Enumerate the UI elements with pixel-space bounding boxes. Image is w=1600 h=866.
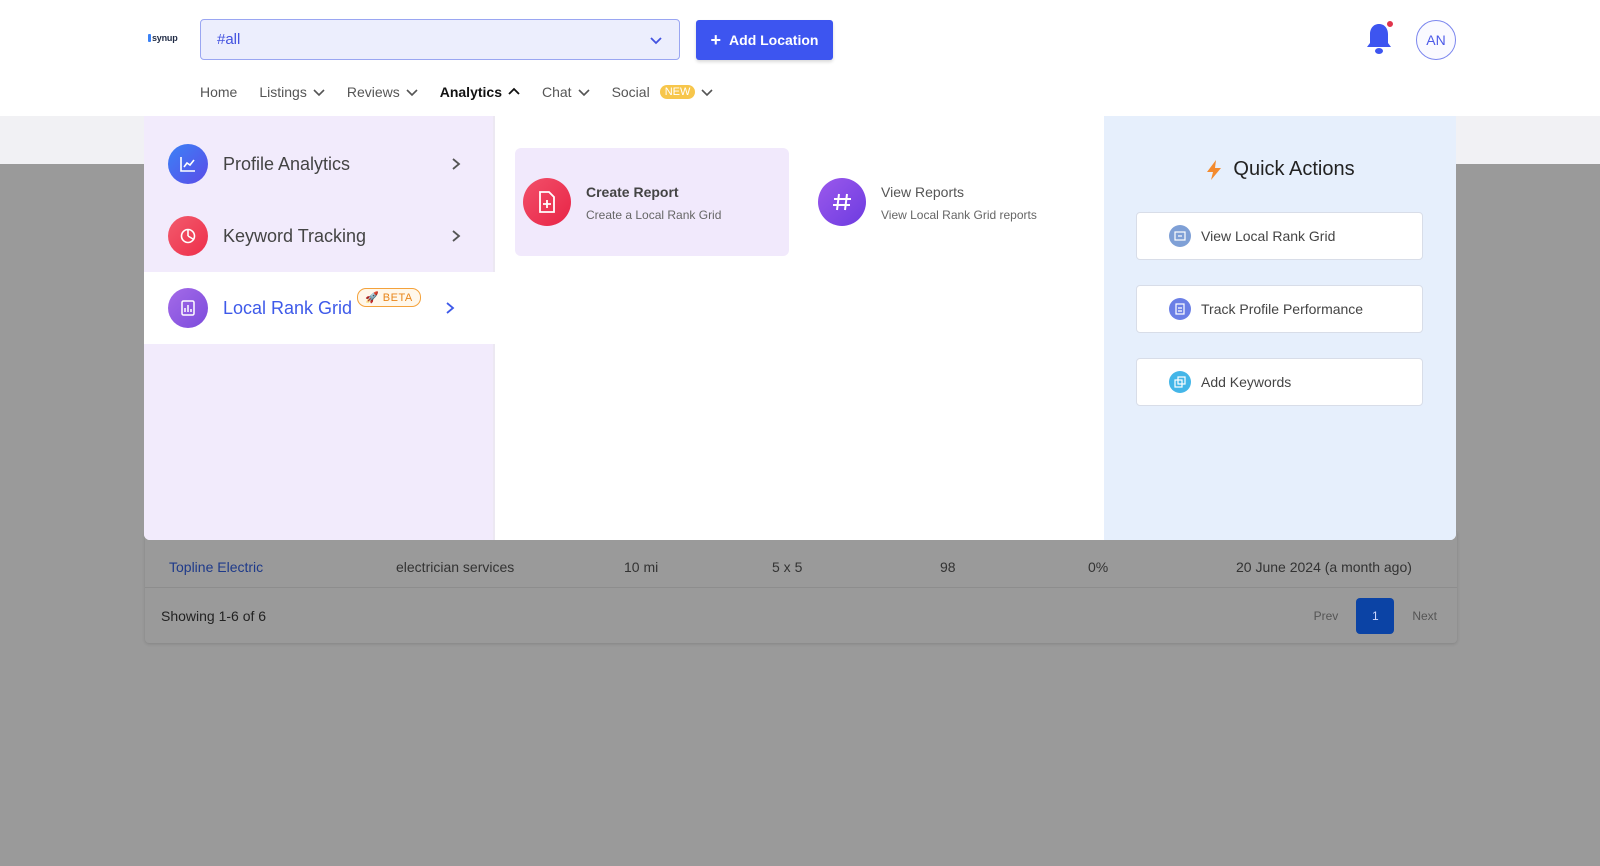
notification-dot xyxy=(1386,20,1394,28)
menu-item-profile-analytics[interactable]: Profile Analytics xyxy=(144,128,495,200)
quick-actions-panel: Quick Actions View Local Rank Grid Track… xyxy=(1104,116,1456,540)
logo-text: synup xyxy=(152,33,178,43)
chevron-right-icon xyxy=(452,158,461,170)
synup-logo[interactable]: synup xyxy=(148,33,178,43)
change-cell: 0% xyxy=(1088,559,1109,575)
nav-analytics-label: Analytics xyxy=(439,84,502,100)
copy-icon xyxy=(1169,371,1191,393)
card-subtitle: View Local Rank Grid reports xyxy=(881,208,1037,222)
hashtag-icon xyxy=(818,178,866,226)
plus-icon: + xyxy=(710,30,722,50)
showing-count: Showing 1-6 of 6 xyxy=(161,608,267,624)
analytics-submenu: Create Report Create a Local Rank Grid V… xyxy=(497,116,1104,540)
add-keywords-button[interactable]: Add Keywords xyxy=(1136,358,1423,406)
score-cell: 98 xyxy=(940,559,956,575)
location-select[interactable]: #all xyxy=(200,19,680,60)
nav-social[interactable]: Social NEW xyxy=(612,84,714,100)
radius-cell: 10 mi xyxy=(624,559,659,575)
quick-actions-label: Quick Actions xyxy=(1233,158,1355,180)
analytics-menu-list: Profile Analytics Keyword Tracking Local… xyxy=(144,116,495,540)
chevron-down-icon xyxy=(313,89,325,97)
grid-size-cell: 5 x 5 xyxy=(772,559,803,575)
nav-home-label: Home xyxy=(200,84,238,100)
analytics-dropdown: Profile Analytics Keyword Tracking Local… xyxy=(144,116,1456,540)
nav-home[interactable]: Home xyxy=(200,84,237,100)
file-plus-icon xyxy=(523,178,571,226)
menu-item-label: Profile Analytics xyxy=(223,153,351,174)
card-subtitle: Create a Local Rank Grid xyxy=(586,208,722,222)
nav-chat[interactable]: Chat xyxy=(542,84,590,100)
chevron-down-icon xyxy=(577,89,590,97)
lightning-icon xyxy=(1207,159,1222,180)
location-link[interactable]: Topline Electric xyxy=(169,559,263,575)
quick-actions-title: Quick Actions xyxy=(1104,158,1456,181)
nav-social-label: Social xyxy=(611,84,650,100)
main-nav: Home Listings Reviews Analytics Chat Soc… xyxy=(200,80,735,104)
chevron-right-icon xyxy=(446,302,455,314)
report-chart-icon xyxy=(168,288,208,328)
notifications-button[interactable] xyxy=(1364,20,1394,58)
menu-item-keyword-tracking[interactable]: Keyword Tracking xyxy=(144,200,495,272)
quick-action-label: View Local Rank Grid xyxy=(1201,228,1336,244)
location-select-value: #all xyxy=(217,31,241,48)
rank-grid-table: Topline Electric electrician services 10… xyxy=(145,532,1457,643)
nav-analytics[interactable]: Analytics xyxy=(440,84,520,100)
avatar-initials: AN xyxy=(1426,32,1446,48)
chevron-up-icon xyxy=(508,87,520,95)
card-title: Create Report xyxy=(586,184,679,200)
page-1-button[interactable]: 1 xyxy=(1356,598,1395,634)
grid-view-icon xyxy=(1169,225,1191,247)
beta-label: BETA xyxy=(382,292,413,304)
pie-chart-icon xyxy=(168,216,208,256)
keyword-cell: electrician services xyxy=(396,559,515,575)
view-local-rank-grid-button[interactable]: View Local Rank Grid xyxy=(1136,212,1423,260)
menu-item-local-rank-grid[interactable]: Local Rank Grid 🚀 BETA xyxy=(144,272,495,344)
add-location-button[interactable]: + Add Location xyxy=(696,20,833,60)
menu-item-label: Keyword Tracking xyxy=(223,225,367,246)
rocket-icon: 🚀 xyxy=(365,292,380,304)
next-button[interactable]: Next xyxy=(1412,609,1437,623)
quick-action-label: Add Keywords xyxy=(1201,374,1292,390)
view-reports-card[interactable]: View Reports View Local Rank Grid report… xyxy=(810,148,1084,256)
pagination: Prev 1 Next xyxy=(1314,598,1437,634)
user-avatar[interactable]: AN xyxy=(1416,20,1456,60)
chevron-down-icon xyxy=(701,89,713,97)
beta-badge: 🚀 BETA xyxy=(357,288,421,307)
track-profile-performance-button[interactable]: Track Profile Performance xyxy=(1136,285,1423,333)
menu-item-label: Local Rank Grid xyxy=(223,297,353,318)
add-location-label: Add Location xyxy=(729,32,819,48)
nav-reviews[interactable]: Reviews xyxy=(347,84,418,100)
create-report-card[interactable]: Create Report Create a Local Rank Grid xyxy=(515,148,789,256)
chevron-down-icon xyxy=(406,89,418,97)
nav-chat-label: Chat xyxy=(541,84,572,100)
line-chart-icon xyxy=(168,144,208,184)
date-cell: 20 June 2024 (a month ago) xyxy=(1236,559,1412,575)
logo-mark-icon xyxy=(148,34,151,42)
nav-listings[interactable]: Listings xyxy=(259,84,325,100)
table-footer: Showing 1-6 of 6 Prev 1 Next xyxy=(145,588,1457,643)
top-bar: synup #all + Add Location AN Home Listin… xyxy=(0,0,1600,116)
prev-button[interactable]: Prev xyxy=(1314,609,1339,623)
table-row[interactable]: Topline Electric electrician services 10… xyxy=(145,532,1457,588)
new-badge: NEW xyxy=(659,85,696,99)
quick-action-label: Track Profile Performance xyxy=(1201,301,1364,317)
document-chart-icon xyxy=(1169,298,1191,320)
nav-listings-label: Listings xyxy=(259,84,307,100)
card-title: View Reports xyxy=(881,184,965,200)
chevron-right-icon xyxy=(452,230,461,242)
nav-reviews-label: Reviews xyxy=(346,84,400,100)
chevron-down-icon xyxy=(650,36,662,44)
